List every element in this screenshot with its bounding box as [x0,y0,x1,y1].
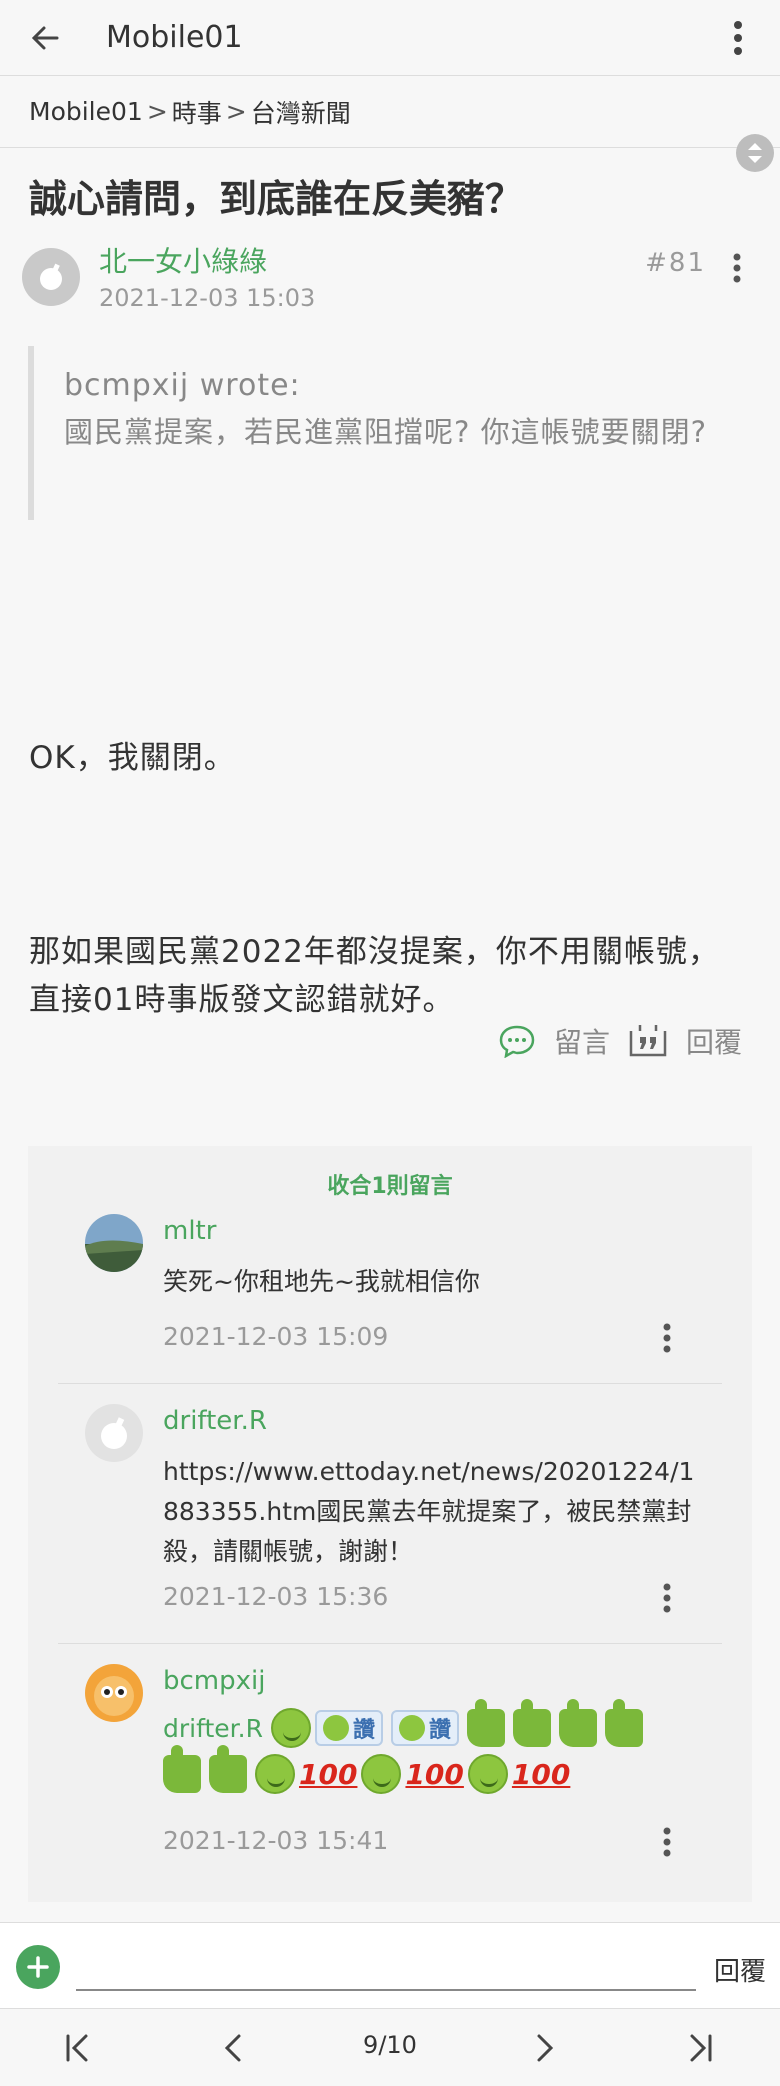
fast-scroll-handle[interactable] [736,134,774,172]
post-date: 2021-12-03 15:03 [99,284,316,312]
pagination-bar: 9/10 [0,2008,780,2086]
reply-bar: 回覆 [0,1922,780,2008]
breadcrumb: Mobile01 > 時事 > 台灣新聞 [0,76,780,148]
thread-title: 誠心請問，到底誰在反美豬？ [29,177,524,221]
add-attachment-button[interactable] [16,1945,60,1989]
collapse-comments-link[interactable]: 收合1則留言 [28,1168,752,1200]
breadcrumb-item-home[interactable]: Mobile01 [29,97,143,126]
comment-text: 笑死~你租地先~我就相信你 [163,1267,480,1296]
chevron-right-icon [537,2034,554,2062]
last-page-button[interactable] [676,2023,726,2073]
arrow-left-icon [31,26,59,49]
post-author-row: 北一女小綠綠 2021-12-03 15:03 #81 [22,238,762,318]
comment-date: 2021-12-03 15:41 [163,1826,389,1855]
comment-author[interactable]: mltr [163,1216,216,1246]
comment-author[interactable]: drifter.R [163,1406,267,1436]
comment-item: mltr 笑死~你租地先~我就相信你 2021-12-03 15:09 [58,1214,722,1364]
cartoon-avatar-icon [85,1664,143,1722]
landscape-avatar-icon [85,1214,143,1272]
overflow-menu-button[interactable] [718,14,758,62]
comment-bubble-icon [499,1025,535,1058]
page-indicator[interactable]: 9/10 [0,2031,780,2059]
thumbs-up-icon [558,1699,597,1747]
default-avatar-icon [40,263,62,290]
comment-author[interactable]: bcmpxij [163,1666,265,1696]
floor-number: #81 [645,248,706,278]
comment-more-button[interactable] [652,1578,682,1618]
post-author-name[interactable]: 北一女小綠綠 [99,240,267,280]
quote-text: 國民黨提案，若民進黨阻擋呢? 你這帳號要關閉? [64,415,708,449]
avatar[interactable] [22,248,80,306]
breadcrumb-separator: > [146,97,168,126]
avatar[interactable] [85,1404,143,1462]
more-vertical-icon [663,1827,671,1857]
scroll-arrows-icon [748,143,762,163]
thumbs-up-icon [604,1699,643,1747]
hundred-sticker: 100 [511,1757,571,1791]
comment-date: 2021-12-03 15:36 [163,1582,389,1611]
laugh-sticker-icon [467,1754,508,1794]
mention-link[interactable]: drifter.R [163,1714,263,1743]
hundred-sticker: 100 [405,1757,464,1791]
comment-button[interactable]: 留言 [498,1021,610,1061]
comments-panel: 收合1則留言 mltr 笑死~你租地先~我就相信你 2021-12-03 15:… [28,1146,752,1902]
laugh-sticker-icon [361,1754,402,1794]
comment-label: 留言 [553,1026,610,1059]
breadcrumb-item-taiwan-news[interactable]: 台灣新聞 [251,94,351,130]
avatar[interactable] [85,1214,143,1272]
app-header: Mobile01 [0,0,780,76]
breadcrumb-separator: > [225,97,247,126]
thumbs-up-icon [512,1699,551,1747]
hundred-sticker: 100 [299,1757,358,1791]
reply-label: 回覆 [685,1026,742,1059]
divider [58,1383,722,1384]
reply-input[interactable] [76,1945,696,1991]
breadcrumb-item-current-affairs[interactable]: 時事 [172,94,222,130]
post-paragraph: 那如果國民黨2022年都沒提案，你不用關帳號，直接01時事版發文認錯就好。 [29,934,720,1018]
comment-date: 2021-12-03 15:09 [163,1322,389,1351]
sweat-sticker-icon [270,1708,311,1748]
comment-item: drifter.R https://www.ettoday.net/news/2… [58,1404,722,1624]
default-avatar-icon [101,1417,127,1449]
quote-block: bcmpxij wrote: 國民黨提案，若民進黨阻擋呢? 你這帳號要關閉? [28,346,728,520]
quote-author: bcmpxij wrote: [64,368,301,403]
comment-text: https://www.ettoday.net/news/20201224/18… [163,1457,695,1566]
more-vertical-icon [733,253,741,283]
sticker-content: drifter.R 讚 讚 100 100 100 [163,1699,703,1796]
divider [58,1643,722,1644]
next-page-button[interactable] [520,2023,570,2073]
laugh-sticker-icon [255,1754,295,1794]
quote-reply-icon [629,1025,667,1057]
comment-more-button[interactable] [652,1318,682,1358]
post-paragraph: OK，我關閉。 [29,740,236,776]
avatar[interactable] [85,1664,143,1722]
more-vertical-icon [663,1323,671,1353]
comment-item: bcmpxij drifter.R 讚 讚 100 100 100 2021-1… [58,1664,722,1864]
plus-icon [27,1956,49,1978]
post-more-button[interactable] [722,248,752,288]
thumbs-up-icon [163,1745,201,1793]
last-page-icon [690,2034,712,2062]
send-reply-button[interactable]: 回覆 [714,1951,766,1988]
more-vertical-icon [663,1583,671,1613]
more-vertical-icon [734,21,742,55]
reply-button[interactable]: 回覆 [628,1021,742,1061]
thumbs-up-icon [209,1745,247,1793]
thumbs-up-icon [466,1699,505,1747]
post-actions: 留言 回覆 [480,1016,742,1066]
comment-more-button[interactable] [652,1822,682,1862]
like-sticker-icon: 讚 [390,1710,459,1746]
back-button[interactable] [0,0,90,76]
app-title: Mobile01 [106,20,243,55]
like-sticker-icon: 讚 [314,1710,383,1746]
